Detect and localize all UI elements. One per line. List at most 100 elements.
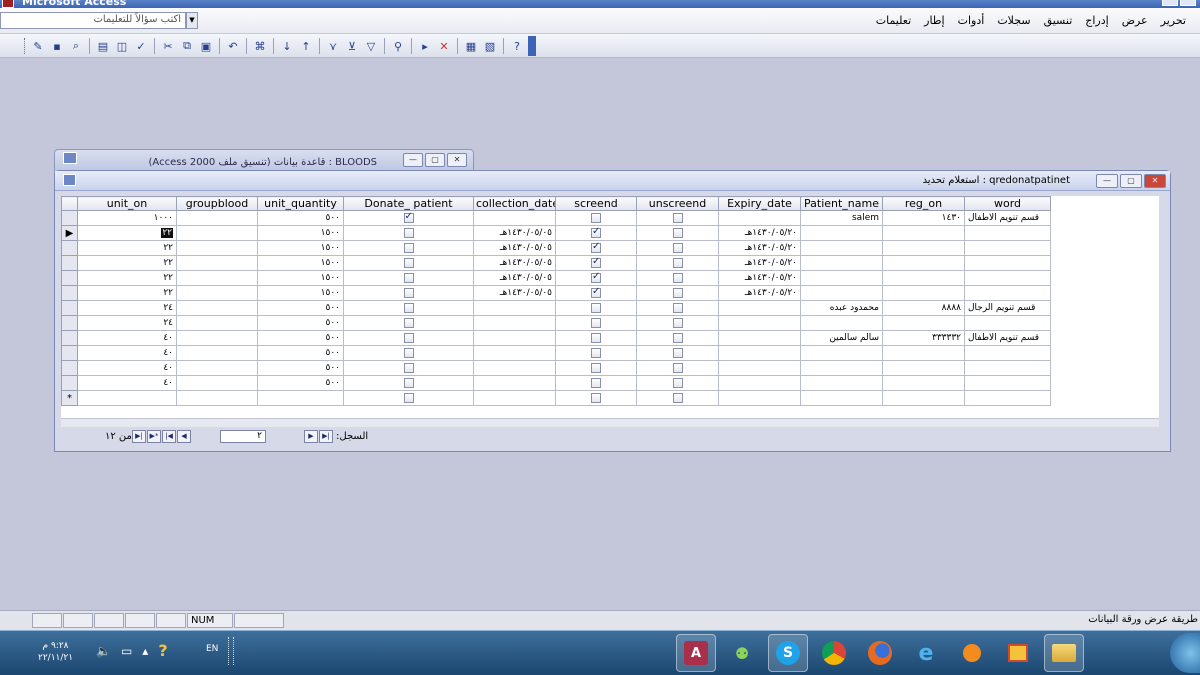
clock[interactable]: ٩:٢٨ م ٢٢/١١/٢١	[38, 640, 73, 664]
cell-unit-on[interactable]: ٤٠	[77, 360, 177, 376]
row-selector[interactable]: ▶	[61, 225, 78, 241]
language-indicator[interactable]: EN	[206, 644, 218, 654]
checkbox[interactable]	[672, 212, 683, 223]
cell-reg-on[interactable]	[882, 270, 965, 286]
query-close-button[interactable]: ✕	[1144, 174, 1166, 188]
paste-icon[interactable]: ▣	[198, 38, 214, 54]
cell-unscreend[interactable]	[636, 360, 719, 376]
table-row[interactable]: ٢٢ ١٥٠٠ ١٤٣٠/٠٥/٠٥هـ ١٤٣٠/٠٥/٢٠هـ	[61, 255, 1051, 271]
cell-donate-patient[interactable]	[343, 390, 474, 406]
row-selector[interactable]: *	[61, 390, 78, 406]
volume-icon[interactable]: 🔈	[96, 644, 111, 658]
cell-screend[interactable]	[555, 300, 637, 316]
cell-groupblood[interactable]	[176, 375, 258, 391]
checkbox[interactable]	[591, 377, 601, 388]
paint-app-icon[interactable]	[998, 634, 1038, 672]
cell-reg-on[interactable]	[882, 240, 965, 256]
col-header[interactable]: screend	[555, 196, 637, 211]
checkbox[interactable]	[672, 332, 683, 343]
menu-item-edit[interactable]: تحرير	[1161, 14, 1186, 27]
undo-icon[interactable]: ↶	[225, 38, 241, 54]
cell-groupblood[interactable]	[176, 210, 258, 226]
cell-expiry-date[interactable]	[718, 330, 801, 346]
cell-reg-on[interactable]	[882, 390, 965, 406]
spelling-icon[interactable]: ✓	[133, 38, 149, 54]
cell-expiry-date[interactable]	[718, 375, 801, 391]
cell-screend[interactable]	[555, 270, 637, 286]
cell-collection-date[interactable]	[473, 210, 556, 226]
cell-expiry-date[interactable]	[718, 300, 801, 316]
cell-word[interactable]	[964, 255, 1051, 271]
print-icon[interactable]: ▤	[95, 38, 111, 54]
cell-patient-name[interactable]	[800, 270, 883, 286]
checkbox[interactable]	[591, 302, 601, 313]
cell-donate-patient[interactable]	[343, 225, 474, 241]
cell-word[interactable]	[964, 390, 1051, 406]
cell-patient-name[interactable]	[800, 345, 883, 361]
cell-groupblood[interactable]	[176, 300, 258, 316]
row-selector[interactable]	[61, 270, 78, 286]
checkbox[interactable]	[591, 212, 601, 223]
checkbox[interactable]	[591, 332, 601, 343]
cell-groupblood[interactable]	[176, 255, 258, 271]
database-window-icon[interactable]: ▦	[463, 38, 479, 54]
cell-expiry-date[interactable]: ١٤٣٠/٠٥/٢٠هـ	[718, 240, 801, 256]
maximize-button[interactable]	[1180, 0, 1196, 6]
query-maximize-button[interactable]: ▢	[1120, 174, 1142, 188]
cell-collection-date[interactable]	[473, 360, 556, 376]
checkbox[interactable]	[591, 317, 601, 328]
checkbox[interactable]	[591, 362, 601, 373]
menu-item-format[interactable]: تنسيق	[1044, 14, 1073, 27]
cell-unscreend[interactable]	[636, 210, 719, 226]
cell-unscreend[interactable]	[636, 240, 719, 256]
cell-expiry-date[interactable]: ١٤٣٠/٠٥/٢٠هـ	[718, 270, 801, 286]
table-row[interactable]: ٢٤ ٥٠٠ محمدود عبده ٨٨٨٨ قسم تنويم الرجال	[61, 300, 1051, 316]
view-icon[interactable]: ✎	[30, 38, 46, 54]
new-record-nav-button[interactable]: ▶*	[147, 430, 161, 443]
cell-word[interactable]	[964, 240, 1051, 256]
last-record-button[interactable]: ▶|	[132, 430, 146, 443]
cell-patient-name[interactable]	[800, 255, 883, 271]
cell-donate-patient[interactable]	[343, 330, 474, 346]
cell-screend[interactable]	[555, 375, 637, 391]
cell-unscreend[interactable]	[636, 255, 719, 271]
cell-unit-quantity[interactable]: ٥٠٠	[257, 210, 344, 226]
cell-word[interactable]	[964, 345, 1051, 361]
cell-unit-quantity[interactable]: ٥٠٠	[257, 315, 344, 331]
cell-groupblood[interactable]	[176, 285, 258, 301]
previous-record-button[interactable]: ◀	[177, 430, 191, 443]
menu-item-view[interactable]: عرض	[1122, 14, 1148, 27]
cell-expiry-date[interactable]	[718, 360, 801, 376]
cell-unit-quantity[interactable]: ٥٠٠	[257, 375, 344, 391]
cell-unit-on[interactable]: ٢٢	[77, 255, 177, 271]
cell-unit-on[interactable]: ٤٠	[77, 345, 177, 361]
checkbox[interactable]	[591, 242, 601, 253]
table-row[interactable]: ٤٠ ٥٠٠	[61, 345, 1051, 361]
cell-patient-name[interactable]	[800, 315, 883, 331]
firefox-app-icon[interactable]	[860, 634, 900, 672]
cell-unit-quantity[interactable]: ٥٠٠	[257, 300, 344, 316]
cell-groupblood[interactable]	[176, 390, 258, 406]
col-header[interactable]: unit_quantity	[257, 196, 344, 211]
media-app-icon[interactable]	[952, 634, 992, 672]
cell-unit-on[interactable]: ٢٢	[77, 240, 177, 256]
cell-patient-name[interactable]	[800, 240, 883, 256]
cell-groupblood[interactable]	[176, 270, 258, 286]
checkbox[interactable]	[672, 287, 683, 298]
table-row[interactable]: ٢٢ ١٥٠٠ ١٤٣٠/٠٥/٠٥هـ ١٤٣٠/٠٥/٢٠هـ	[61, 240, 1051, 256]
cell-patient-name[interactable]	[800, 375, 883, 391]
cell-patient-name[interactable]	[800, 390, 883, 406]
cell-expiry-date[interactable]	[718, 345, 801, 361]
col-header[interactable]: reg_on	[882, 196, 965, 211]
cell-groupblood[interactable]	[176, 360, 258, 376]
cell-reg-on[interactable]	[882, 225, 965, 241]
checkbox[interactable]	[672, 362, 683, 373]
cell-screend[interactable]	[555, 360, 637, 376]
checkbox[interactable]	[403, 272, 414, 283]
checkbox[interactable]	[403, 347, 414, 358]
cell-word[interactable]	[964, 375, 1051, 391]
row-selector[interactable]	[61, 360, 78, 376]
table-row[interactable]: ٤٠ ٥٠٠	[61, 360, 1051, 376]
row-selector[interactable]	[61, 255, 78, 271]
save-icon[interactable]: ▪	[49, 38, 65, 54]
